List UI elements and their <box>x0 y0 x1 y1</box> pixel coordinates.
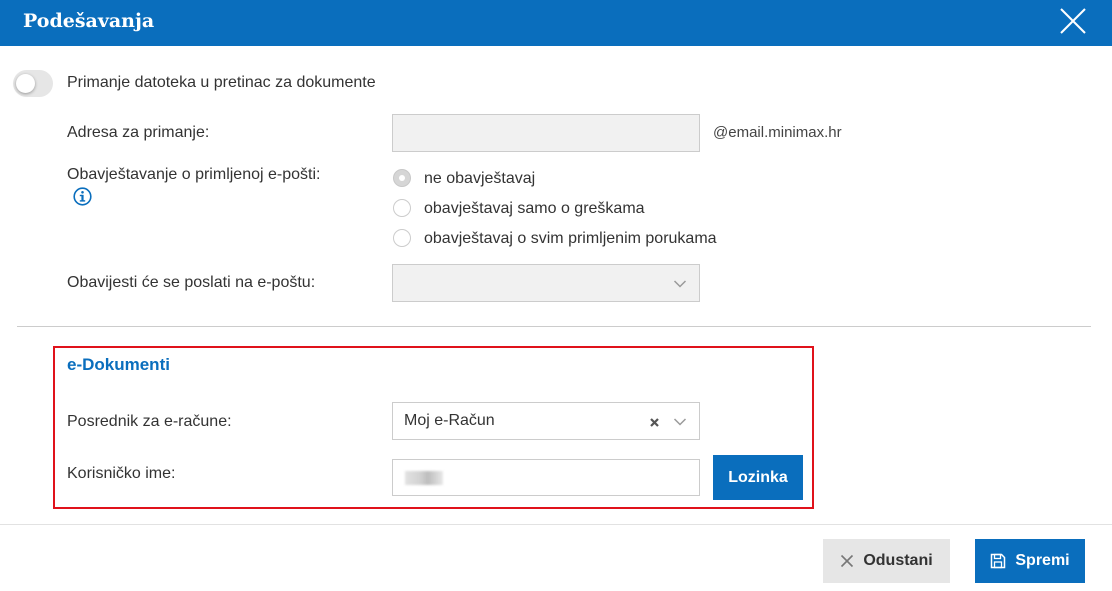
notify-label: Obavještavanje o primljenoj e-pošti: <box>67 166 321 183</box>
clear-icon[interactable] <box>649 417 660 428</box>
address-label: Adresa za primanje: <box>67 124 210 141</box>
dialog-header: Podešavanja <box>0 0 1112 46</box>
save-icon <box>991 553 1006 569</box>
save-label: Spremi <box>1015 552 1070 569</box>
radio-all-messages-label: obavještavaj o svim primljenim porukama <box>424 230 717 247</box>
username-label: Korisničko ime: <box>67 465 176 482</box>
broker-label: Posrednik za e-račune: <box>67 413 232 430</box>
info-icon[interactable] <box>73 187 92 206</box>
toggle-knob <box>16 74 35 93</box>
footer-divider <box>0 524 1112 525</box>
cancel-label: Odustani <box>863 552 933 569</box>
address-suffix: @email.minimax.hr <box>713 124 842 141</box>
radio-errors-only[interactable] <box>393 199 411 217</box>
section-divider <box>17 326 1091 327</box>
dialog-title: Podešavanja <box>23 10 155 32</box>
close-icon <box>1060 8 1086 34</box>
send-to-select[interactable] <box>392 264 700 302</box>
cancel-button[interactable]: Odustani <box>823 539 950 583</box>
password-button[interactable]: Lozinka <box>713 455 803 500</box>
close-button[interactable] <box>1056 4 1090 38</box>
x-icon <box>841 554 854 568</box>
edocuments-title: e-Dokumenti <box>67 355 170 374</box>
radio-errors-only-label: obavještavaj samo o greškama <box>424 200 645 217</box>
radio-all-messages[interactable] <box>393 229 411 247</box>
inbox-toggle[interactable] <box>13 70 53 97</box>
address-input[interactable] <box>392 114 700 152</box>
send-to-label: Obavijesti će se poslati na e-poštu: <box>67 274 316 291</box>
broker-select[interactable]: Moj e-Račun <box>392 402 700 440</box>
chevron-down-icon <box>673 418 687 426</box>
inbox-toggle-label: Primanje datoteka u pretinac za dokument… <box>67 74 376 91</box>
radio-no-notify-label: ne obavještavaj <box>424 170 536 187</box>
save-button[interactable]: Spremi <box>975 539 1085 583</box>
username-blurred-value <box>405 471 443 485</box>
broker-value: Moj e-Račun <box>404 412 495 429</box>
radio-no-notify[interactable] <box>393 169 411 187</box>
chevron-down-icon <box>673 280 687 288</box>
